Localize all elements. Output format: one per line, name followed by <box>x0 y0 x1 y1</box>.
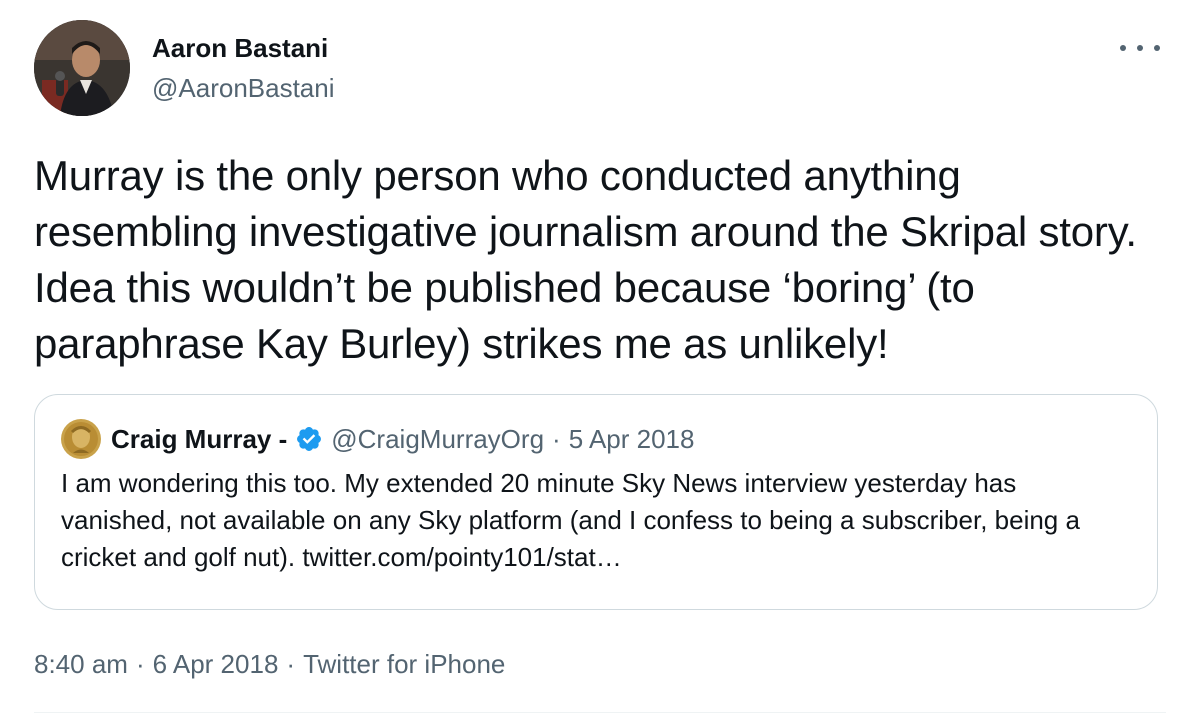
meta-separator: · <box>135 649 145 679</box>
tweet-text: Murray is the only person who conducted … <box>34 152 1137 367</box>
author-avatar[interactable] <box>34 20 130 116</box>
divider <box>34 712 1166 713</box>
more-dot <box>1120 45 1126 51</box>
quoted-handle[interactable]: @CraigMurrayOrg <box>331 421 544 457</box>
quoted-author-avatar <box>61 419 101 459</box>
quoted-tweet-header: Craig Murray - @CraigMurrayOrg · 5 Apr 2… <box>61 419 1131 459</box>
tweet-header: Aaron Bastani @AaronBastani <box>34 20 335 116</box>
author-names: Aaron Bastani @AaronBastani <box>152 31 335 105</box>
more-dot <box>1154 45 1160 51</box>
tweet-time[interactable]: 8:40 am <box>34 646 128 682</box>
tweet-date[interactable]: 6 Apr 2018 <box>153 646 279 682</box>
meta-separator: · <box>286 649 296 679</box>
quoted-date[interactable]: 5 Apr 2018 <box>569 421 695 457</box>
quoted-tweet-text: I am wondering this too. My extended 20 … <box>61 468 1080 572</box>
quoted-display-name[interactable]: Craig Murray - <box>111 421 287 457</box>
verified-badge-icon <box>295 425 323 453</box>
author-avatar-image <box>34 20 130 116</box>
tweet-meta: 8:40 am · 6 Apr 2018 · Twitter for iPhon… <box>34 646 505 682</box>
more-dot <box>1137 45 1143 51</box>
quoted-tweet[interactable]: Craig Murray - @CraigMurrayOrg · 5 Apr 2… <box>34 394 1158 610</box>
more-options-icon[interactable] <box>1120 38 1160 58</box>
quoted-separator: · <box>552 424 561 454</box>
author-display-name[interactable]: Aaron Bastani <box>152 31 335 65</box>
tweet-source[interactable]: Twitter for iPhone <box>303 646 505 682</box>
author-handle[interactable]: @AaronBastani <box>152 71 335 105</box>
tweet-card: Aaron Bastani @AaronBastani Murray is th… <box>0 0 1200 718</box>
quoted-avatar-image <box>61 419 101 459</box>
